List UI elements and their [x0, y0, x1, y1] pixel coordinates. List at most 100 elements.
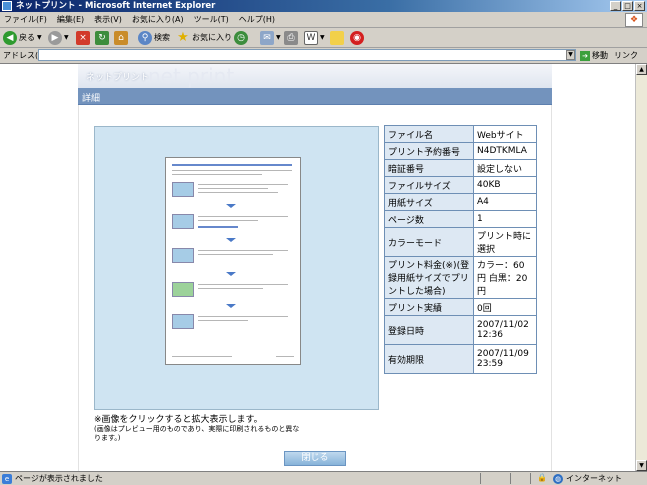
table-row: 用紙サイズ A4 [384, 193, 537, 211]
row-value: A4 [473, 193, 537, 211]
row-value: 40KB [473, 176, 537, 194]
word-icon: W [304, 30, 318, 45]
stop-button[interactable]: × [76, 30, 90, 45]
section-title: 詳細 [82, 94, 101, 104]
menu-bar: ファイル(F) 編集(E) 表示(V) お気に入り(A) ツール(T) ヘルプ(… [0, 12, 647, 28]
table-row: 有効期限 2007/11/09 23:59 [384, 344, 537, 374]
printer-icon: ⎙ [284, 30, 298, 45]
refresh-button[interactable]: ↻ [95, 30, 109, 45]
table-row: プリント予約番号 N4DTKMLA [384, 142, 537, 160]
security-zone: インターネット [566, 474, 622, 483]
messenger-button[interactable] [330, 30, 344, 45]
research-button[interactable]: ◉ [350, 30, 364, 45]
links-button[interactable]: リンク [614, 50, 638, 61]
row-value: 2007/11/09 23:59 [473, 344, 537, 374]
mail-icon: ✉ [260, 30, 274, 45]
vertical-scrollbar[interactable]: ▲ ▼ [635, 64, 647, 471]
scroll-down-icon[interactable]: ▼ [636, 460, 647, 471]
mail-button[interactable]: ✉ ▼ [260, 30, 281, 45]
table-row: ファイル名 Webサイト [384, 125, 537, 143]
back-button[interactable]: ◀ 戻る ▼ [3, 30, 42, 45]
table-row: ページ数 1 [384, 210, 537, 228]
forward-arrow-icon: ▶ [48, 30, 62, 45]
note-icon [330, 30, 344, 45]
row-label: プリント料金(※)(登録用紙サイズでプリントした場合) [384, 256, 474, 299]
ie-window-icon [2, 1, 12, 11]
row-label: ファイル名 [384, 125, 474, 143]
refresh-icon: ↻ [95, 30, 109, 45]
lock-icon: 🔒 [537, 473, 547, 482]
address-dropdown-icon[interactable]: ▼ [566, 50, 575, 60]
row-value: N4DTKMLA [473, 142, 537, 160]
go-button[interactable]: ➔ 移動 [580, 49, 608, 62]
row-value: カラー：60円 白黒：20円 [473, 256, 537, 299]
row-value: 設定しない [473, 159, 537, 177]
table-row: カラーモード プリント時に選択 [384, 227, 537, 257]
row-value: 2007/11/02 12:36 [473, 315, 537, 345]
preview-disclaimer: (画像はプレビュー用のものであり、実際に印刷されるものと異なります。) [94, 425, 300, 442]
status-message: ページが表示されました [15, 474, 103, 483]
history-icon: ◷ [234, 30, 248, 45]
address-bar: アドレス(D) ▼ ➔ 移動 リンク [0, 48, 647, 64]
windows-logo-icon: ❖ [625, 13, 643, 27]
preview-note: ※画像をクリックすると拡大表示します。 [94, 415, 263, 425]
table-row: ファイルサイズ 40KB [384, 176, 537, 194]
content-border-right [551, 105, 552, 471]
history-button[interactable]: ◷ [234, 30, 248, 45]
maximize-button[interactable]: □ [622, 1, 633, 11]
preview-panel [94, 126, 379, 410]
minimize-button[interactable]: _ [610, 1, 621, 11]
table-row: 暗証番号 設定しない [384, 159, 537, 177]
row-label: 用紙サイズ [384, 193, 474, 211]
window-title: ネットプリント - Microsoft Internet Explorer [16, 1, 216, 11]
window-title-bar: ネットプリント - Microsoft Internet Explorer _ … [0, 0, 647, 12]
address-input[interactable] [38, 49, 576, 61]
home-button[interactable]: ⌂ [114, 30, 128, 45]
close-button[interactable]: 閉じる [284, 451, 346, 466]
close-window-button[interactable]: × [634, 1, 645, 11]
lifebuoy-icon: ◉ [350, 30, 364, 45]
scroll-up-icon[interactable]: ▲ [636, 64, 647, 75]
print-button[interactable]: ⎙ [284, 30, 298, 45]
preview-thumbnail[interactable] [165, 157, 301, 365]
table-row: プリント料金(※)(登録用紙サイズでプリントした場合) カラー：60円 白黒：20… [384, 256, 537, 299]
back-arrow-icon: ◀ [3, 30, 17, 45]
brand-logo: ネットプリント [86, 73, 150, 83]
row-value: Webサイト [473, 125, 537, 143]
brand-english-logo: net print [148, 64, 235, 88]
row-value: 0回 [473, 298, 537, 316]
site-header: net print ネットプリント [78, 64, 552, 88]
row-label: 有効期限 [384, 344, 474, 374]
standard-toolbar: ◀ 戻る ▼ ▶ ▼ × ↻ ⌂ ⚲ 検索 ★ お気に入り ◷ ✉ ▼ ⎙ W ▼ ◉ [0, 28, 647, 48]
search-icon: ⚲ [138, 30, 152, 45]
menu-favorites[interactable]: お気に入り(A) [132, 14, 184, 25]
section-header: 詳細 [78, 88, 552, 105]
star-icon: ★ [177, 30, 189, 45]
row-label: ページ数 [384, 210, 474, 228]
menu-tools[interactable]: ツール(T) [194, 14, 229, 25]
edit-button[interactable]: W ▼ [304, 30, 325, 45]
details-table: ファイル名 Webサイト プリント予約番号 N4DTKMLA 暗証番号 設定しない フ… [384, 125, 537, 374]
search-button[interactable]: ⚲ 検索 [138, 30, 170, 45]
row-label: プリント予約番号 [384, 142, 474, 160]
row-label: 登録日時 [384, 315, 474, 345]
menu-file[interactable]: ファイル(F) [4, 14, 47, 25]
menu-help[interactable]: ヘルプ(H) [239, 14, 275, 25]
row-value: 1 [473, 210, 537, 228]
table-row: プリント実績 0回 [384, 298, 537, 316]
table-row: 登録日時 2007/11/02 12:36 [384, 315, 537, 345]
menu-edit[interactable]: 編集(E) [57, 14, 84, 25]
stop-icon: × [76, 30, 90, 45]
home-icon: ⌂ [114, 30, 128, 45]
forward-button[interactable]: ▶ ▼ [48, 30, 69, 45]
row-label: プリント実績 [384, 298, 474, 316]
go-arrow-icon: ➔ [580, 50, 590, 61]
row-label: ファイルサイズ [384, 176, 474, 194]
favorites-button[interactable]: ★ お気に入り [176, 30, 232, 45]
row-value: プリント時に選択 [473, 227, 537, 257]
status-bar: e ページが表示されました 🔒 ◍ インターネット [0, 471, 647, 485]
menu-view[interactable]: 表示(V) [94, 14, 122, 25]
content-border-left [78, 105, 79, 471]
globe-icon: ◍ [553, 473, 563, 484]
page-done-icon: e [2, 473, 12, 484]
